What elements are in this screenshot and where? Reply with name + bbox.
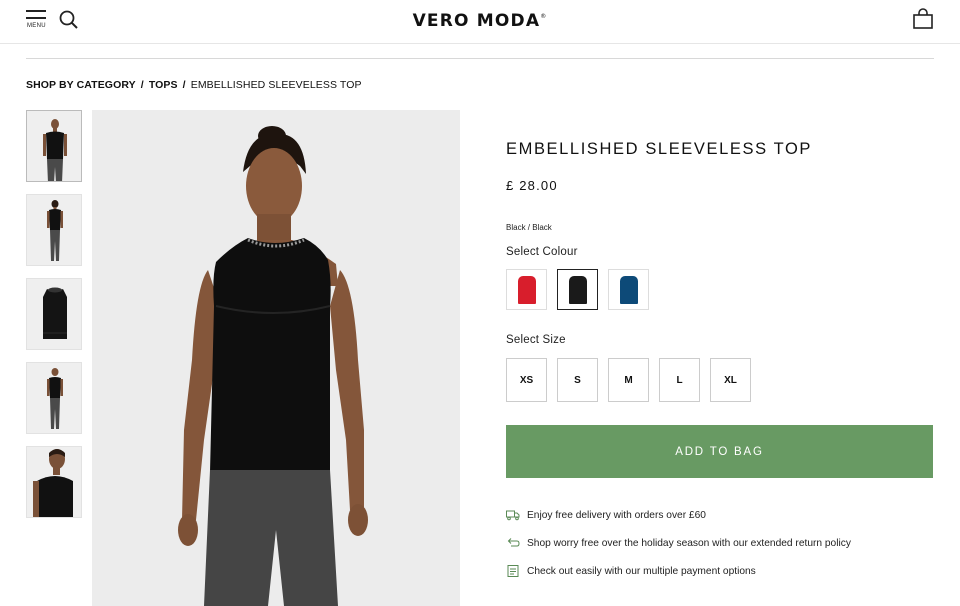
header-divider (26, 58, 934, 59)
breadcrumb: SHOP BY CATEGORY / TOPS / EMBELLISHED SL… (26, 79, 362, 91)
perk-text: Check out easily with our multiple payme… (527, 565, 756, 577)
swatch-navy[interactable] (608, 269, 649, 310)
breadcrumb-separator: / (140, 79, 144, 91)
shopping-bag-button[interactable] (912, 8, 934, 30)
perk-text: Enjoy free delivery with orders over £60 (527, 509, 706, 521)
product-flat-thumb (27, 279, 81, 349)
thumbnail-back[interactable] (26, 194, 82, 266)
perk-extended-returns: Shop worry free over the holiday season … (506, 536, 934, 550)
registered-mark: ® (540, 13, 548, 20)
swatch-black[interactable] (557, 269, 598, 310)
select-colour-label: Select Colour (506, 246, 578, 258)
model-closeup-thumb (27, 447, 81, 517)
brand-logo[interactable]: VERO MODA® (0, 11, 960, 31)
breadcrumb-separator: / (182, 79, 186, 91)
selected-colour-name: Black / Black (506, 223, 552, 232)
thumbnail-front[interactable] (26, 110, 82, 182)
perk-payment-options: Check out easily with our multiple payme… (506, 564, 934, 578)
service-perks: Enjoy free delivery with orders over £60… (506, 508, 934, 592)
size-xl-button[interactable]: XL (710, 358, 751, 402)
thumbnail-flat[interactable] (26, 278, 82, 350)
thumbnail-closeup[interactable] (26, 446, 82, 518)
breadcrumb-current: EMBELLISHED SLEEVELESS TOP (190, 79, 362, 91)
breadcrumb-tops[interactable]: TOPS (149, 79, 178, 91)
swatch-red[interactable] (506, 269, 547, 310)
model-full-thumb (27, 363, 81, 433)
navy-top-thumb (620, 276, 638, 304)
thumbnail-full-length[interactable] (26, 362, 82, 434)
model-back-thumb (27, 195, 81, 265)
model-front-thumb (27, 111, 81, 181)
product-title: EMBELLISHED SLEEVELESS TOP (506, 140, 813, 158)
truck-icon (506, 510, 520, 521)
size-l-button[interactable]: L (659, 358, 700, 402)
return-icon (507, 538, 520, 547)
red-top-thumb (518, 276, 536, 304)
colour-swatches (506, 269, 934, 310)
site-header: MENU VERO MODA® (0, 0, 960, 44)
main-product-image[interactable] (92, 110, 460, 606)
payment-icon (507, 565, 519, 577)
select-size-label: Select Size (506, 334, 566, 346)
product-info: EMBELLISHED SLEEVELESS TOP £ 28.00 Black… (506, 140, 934, 402)
size-m-button[interactable]: M (608, 358, 649, 402)
perk-free-delivery: Enjoy free delivery with orders over £60 (506, 508, 934, 522)
size-s-button[interactable]: S (557, 358, 598, 402)
thumbnail-gallery (26, 110, 82, 530)
perk-text: Shop worry free over the holiday season … (527, 537, 851, 549)
breadcrumb-shop-by-category[interactable]: SHOP BY CATEGORY (26, 79, 136, 91)
size-options: XS S M L XL (506, 358, 934, 402)
black-top-thumb (569, 276, 587, 304)
product-price: £ 28.00 (506, 178, 558, 193)
size-xs-button[interactable]: XS (506, 358, 547, 402)
logo-text: VERO MODA (412, 11, 541, 31)
model-photo (92, 110, 460, 606)
add-to-bag-button[interactable]: ADD TO BAG (506, 425, 933, 478)
bag-icon (913, 8, 933, 29)
